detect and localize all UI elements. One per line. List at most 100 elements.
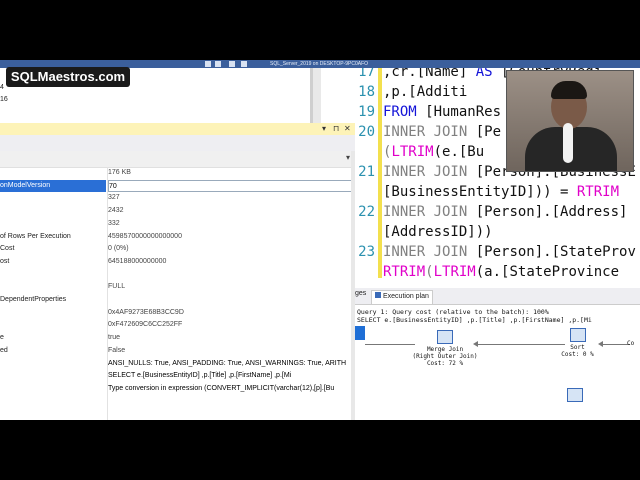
code-token: [Person].[Address] (467, 204, 628, 220)
tab-messages[interactable]: ges (355, 290, 366, 297)
close-icon[interactable]: ✕ (344, 124, 351, 133)
code-line[interactable]: FROM [HumanRes (383, 102, 501, 122)
plan-connector (600, 344, 630, 345)
operator-cost: Cost: 0 % (561, 351, 594, 358)
code-token: [Pe (467, 124, 502, 140)
property-row[interactable]: 0xF472609C6CC252FF (0, 319, 355, 332)
property-value: ANSI_NULLS: True, ANSI_PADDING: True, AN… (108, 359, 347, 367)
properties-toolbar (0, 135, 355, 152)
brand-logo: SQLMaestros.com (6, 67, 130, 87)
line-number: 18 (358, 84, 375, 100)
sql-server-window: SQL_Server_2019 on DESKTOP-9PC0AFO 4 16 … (0, 60, 640, 420)
property-row[interactable]: e true (0, 332, 355, 345)
properties-header: ▾ ⊓ ✕ (0, 123, 355, 135)
property-row[interactable]: Cost 0 (0%) (0, 243, 355, 256)
operator-cost: Cost: 72 % (426, 360, 464, 367)
property-row[interactable]: ANSI_NULLS: True, ANSI_PADDING: True, AN… (0, 358, 355, 371)
property-row[interactable] (0, 269, 355, 282)
tab-execution-plan-label: Execution plan (383, 293, 429, 300)
property-row[interactable]: 2432 (0, 205, 355, 218)
merge-join-operator[interactable]: Merge Join (Right Outer Join) Cost: 72 % (410, 330, 480, 367)
property-value: False (108, 346, 126, 354)
save-all-icon[interactable] (229, 61, 235, 67)
property-row[interactable]: onModelVersion 70 (0, 179, 355, 193)
operator-subtype: (Right Outer Join) (412, 353, 478, 360)
undo-icon[interactable] (205, 61, 211, 67)
plan-connector (365, 344, 415, 345)
code-line[interactable]: ,p.[Additi (383, 82, 467, 102)
property-name: e (0, 334, 4, 342)
grid-divider[interactable] (107, 167, 108, 420)
compute-scalar-operator[interactable]: Co (627, 340, 640, 347)
code-line[interactable]: (LTRIM(e.[Bu (383, 142, 484, 162)
table-operator[interactable] (565, 388, 585, 404)
sort-operator[interactable]: Sort Cost: 0 % (555, 328, 600, 358)
property-row[interactable]: Type conversion in expression (CONVERT_I… (0, 383, 355, 396)
properties-object-selector[interactable]: ▾ (0, 151, 355, 168)
code-line[interactable]: INNER JOIN [Person].[StateProv (383, 242, 636, 262)
code-line[interactable]: INNER JOIN [Pe (383, 122, 501, 142)
property-row[interactable]: 0x4AF9273E68B3CC9D (0, 307, 355, 320)
property-name (0, 269, 106, 282)
property-value: 327 (108, 194, 120, 202)
property-value: 332 (108, 219, 120, 227)
property-row[interactable]: SELECT e.[BusinessEntityID] ,p.[Title] ,… (0, 370, 355, 383)
selected-node-marker[interactable] (355, 326, 365, 340)
property-row[interactable]: DependentProperties (0, 294, 355, 307)
operator-name: Merge Join (426, 346, 464, 353)
property-row[interactable]: 176 KB (0, 167, 355, 180)
toolbar-dropdown-icon[interactable] (241, 61, 247, 67)
presenter-hair (551, 81, 587, 99)
code-token: INNER JOIN (383, 204, 468, 220)
property-value: 2432 (108, 207, 124, 215)
property-name: onModelVersion (0, 179, 106, 193)
property-name (0, 319, 106, 332)
chevron-down-icon[interactable]: ▾ (346, 153, 350, 162)
code-line[interactable]: INNER JOIN [Person].[Address] (383, 202, 627, 222)
property-row[interactable]: 332 (0, 218, 355, 231)
property-row[interactable]: 327 (0, 192, 355, 205)
property-value[interactable]: 70 (108, 179, 355, 192)
property-row[interactable]: of Rows Per Execution 4598570000000000000 (0, 231, 355, 244)
code-token: [HumanRes (416, 104, 502, 120)
code-token: (e.[Bu (433, 144, 485, 160)
plan-connector (475, 344, 565, 345)
property-row[interactable]: ost 645188000000000 (0, 256, 355, 269)
code-token: INNER JOIN (383, 124, 468, 140)
code-token: ,cr.[Name] (383, 68, 476, 80)
property-value: Type conversion in expression (CONVERT_I… (108, 384, 335, 392)
property-name (0, 307, 106, 320)
code-line[interactable]: RTRIM(LTRIM(a.[StateProvince (383, 262, 619, 282)
tree-line: 4 (0, 84, 4, 91)
query-cost-header: Query 1: Query cost (relative to the bat… (357, 308, 549, 316)
tab-execution-plan[interactable]: Execution plan (371, 290, 433, 304)
window-title: SQL_Server_2019 on DESKTOP-9PC0AFO (270, 61, 369, 67)
property-row[interactable]: ed False (0, 345, 355, 358)
save-icon[interactable] (215, 61, 221, 67)
property-value: SELECT e.[BusinessEntityID] ,p.[Title] ,… (108, 372, 292, 380)
property-value: 0x4AF9273E68B3CC9D (108, 308, 184, 316)
line-number: 23 (358, 244, 375, 260)
property-name (0, 218, 106, 231)
property-value: 0 (0%) (108, 245, 129, 253)
code-token: (a.[StateProvince (475, 264, 620, 280)
line-number: 19 (358, 104, 375, 120)
tree-line: 16 (0, 96, 8, 103)
property-name (0, 383, 106, 396)
code-token: [AddressID])) (383, 224, 493, 240)
property-value: true (108, 334, 121, 342)
code-line[interactable]: [BusinessEntityID])) = RTRIM (383, 182, 619, 202)
code-token: INNER JOIN (383, 244, 468, 260)
property-value: 0xF472609C6CC252FF (108, 321, 183, 329)
property-name (0, 358, 106, 371)
microphone (563, 123, 573, 163)
dropdown-icon[interactable]: ▾ (322, 124, 326, 133)
code-token: RTRIM (383, 264, 426, 280)
operator-name: Sort (570, 344, 585, 351)
property-row[interactable]: FULL (0, 281, 355, 294)
pin-icon[interactable]: ⊓ (333, 124, 339, 133)
vertical-scrollbar[interactable] (313, 68, 321, 123)
code-line[interactable]: [AddressID])) (383, 222, 493, 242)
property-value: 645188000000000 (108, 257, 167, 265)
line-number: 21 (358, 164, 375, 180)
